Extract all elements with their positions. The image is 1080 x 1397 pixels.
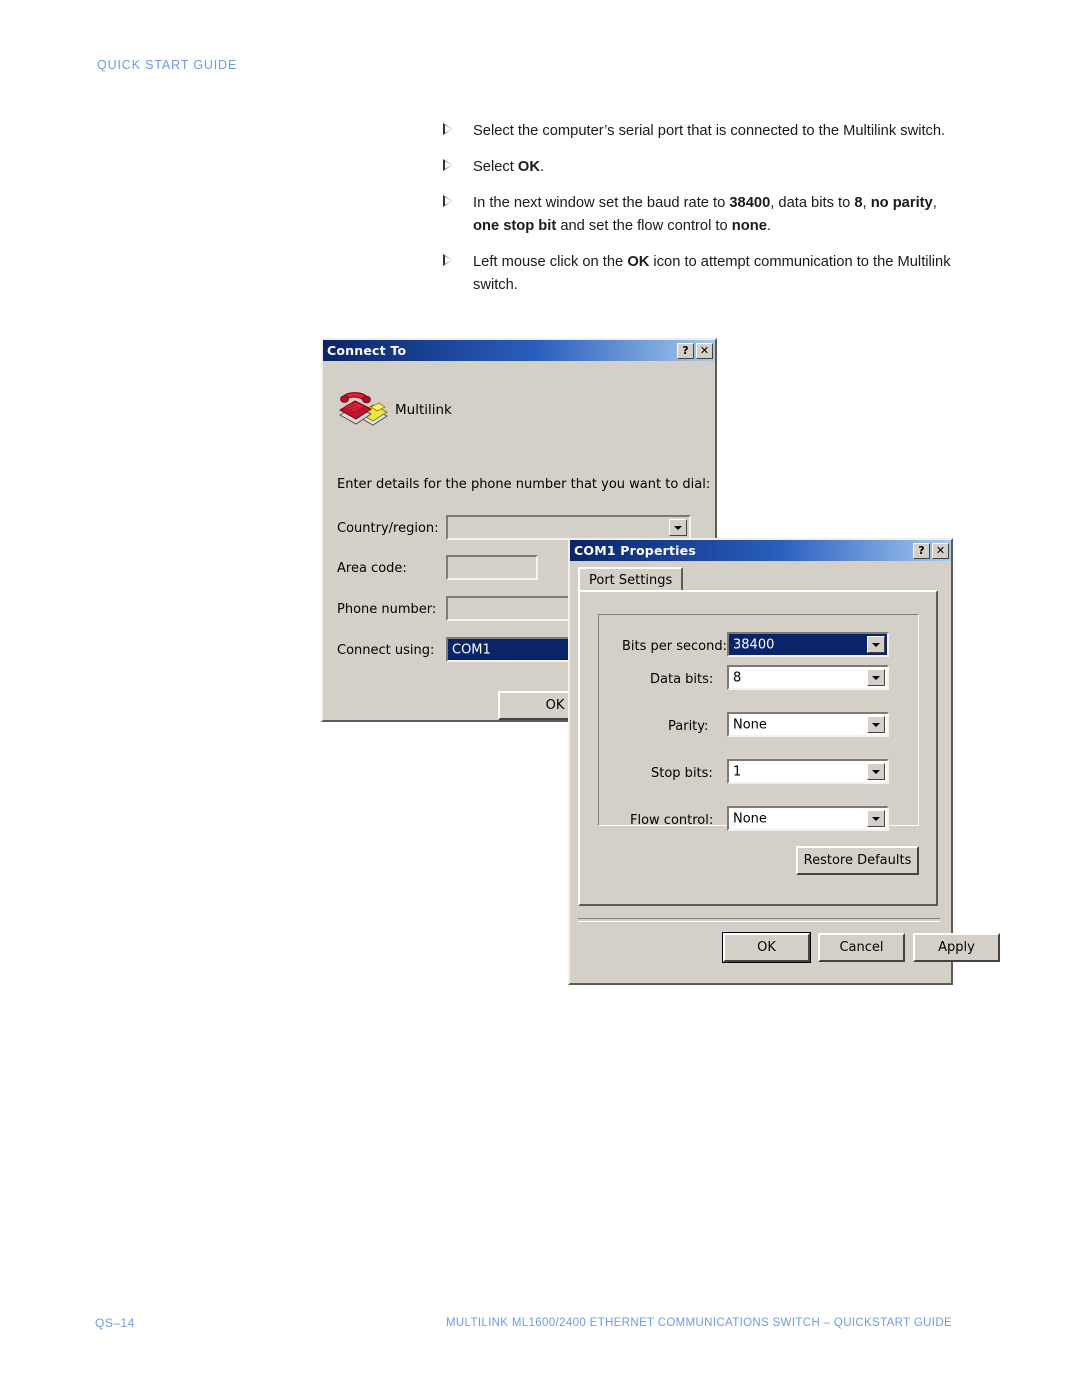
help-button[interactable]: ? xyxy=(913,542,930,559)
chevron-down-icon[interactable] xyxy=(867,669,885,686)
close-icon[interactable]: ✕ xyxy=(696,342,713,359)
area-code-label: Area code: xyxy=(337,561,407,576)
triangle-bullet-icon xyxy=(443,123,452,135)
triangle-bullet-icon xyxy=(443,159,452,171)
list-item: Select the computer’s serial port that i… xyxy=(443,120,958,143)
country-region-label: Country/region: xyxy=(337,521,439,536)
data-bits-label: Data bits: xyxy=(650,672,714,687)
phone-number-label: Phone number: xyxy=(337,602,437,617)
com1-title: COM1 Properties xyxy=(574,543,696,558)
cancel-button[interactable]: Cancel xyxy=(818,933,905,962)
chevron-down-icon[interactable] xyxy=(867,763,885,780)
stop-bits-combobox[interactable]: 1 xyxy=(727,759,889,784)
help-button[interactable]: ? xyxy=(677,342,694,359)
parity-value: None xyxy=(733,717,767,732)
chevron-down-icon[interactable] xyxy=(867,810,885,827)
bits-per-second-combobox[interactable]: 38400 xyxy=(727,632,889,657)
country-region-combobox[interactable] xyxy=(446,515,691,540)
telephone-icon xyxy=(339,392,389,426)
chevron-down-icon[interactable] xyxy=(867,636,885,653)
instruction-text: Left mouse click on the OK icon to attem… xyxy=(473,254,951,293)
parity-combobox[interactable]: None xyxy=(727,712,889,737)
list-item: Left mouse click on the OK icon to attem… xyxy=(443,251,958,297)
ok-button[interactable]: OK xyxy=(722,932,811,963)
page-number: QS–14 xyxy=(95,1316,135,1330)
connect-using-value: COM1 xyxy=(452,642,491,657)
instruction-text: In the next window set the baud rate to … xyxy=(473,195,937,234)
tab-port-settings[interactable]: Port Settings xyxy=(578,567,684,592)
dial-prompt-label: Enter details for the phone number that … xyxy=(337,477,711,492)
com1-properties-dialog[interactable]: COM1 Properties ? ✕ Port Settings Bits p… xyxy=(568,538,1000,985)
flow-control-value: None xyxy=(733,811,767,826)
flow-control-label: Flow control: xyxy=(630,813,714,828)
data-bits-combobox[interactable]: 8 xyxy=(727,665,889,690)
close-icon[interactable]: ✕ xyxy=(932,542,949,559)
connect-using-label: Connect using: xyxy=(337,643,435,658)
chevron-down-icon[interactable] xyxy=(669,519,687,536)
apply-button[interactable]: Apply xyxy=(913,933,1000,962)
footer-document-title: MULTILINK ML1600/2400 ETHERNET COMMUNICA… xyxy=(445,1317,952,1329)
area-code-input[interactable] xyxy=(446,555,538,580)
parity-label: Parity: xyxy=(668,719,709,734)
connection-name-label: Multilink xyxy=(395,402,452,418)
flow-control-combobox[interactable]: None xyxy=(727,806,889,831)
footer-divider xyxy=(578,918,940,922)
instruction-text: Select the computer’s serial port that i… xyxy=(473,123,946,139)
bits-per-second-value: 38400 xyxy=(733,637,775,652)
chevron-down-icon[interactable] xyxy=(867,716,885,733)
list-item: Select OK. xyxy=(443,156,958,179)
list-item: In the next window set the baud rate to … xyxy=(443,192,958,238)
data-bits-value: 8 xyxy=(733,670,742,685)
instruction-list: Select the computer’s serial port that i… xyxy=(443,120,958,310)
com1-body: Port Settings Bits per second: 38400 Dat… xyxy=(570,561,1000,983)
triangle-bullet-icon xyxy=(443,254,452,266)
bits-per-second-label: Bits per second: xyxy=(622,639,728,654)
connect-to-title: Connect To xyxy=(327,343,407,358)
stop-bits-label: Stop bits: xyxy=(651,766,713,781)
restore-defaults-button[interactable]: Restore Defaults xyxy=(796,846,919,875)
triangle-bullet-icon xyxy=(443,195,452,207)
page-header-label: QUICK START GUIDE xyxy=(97,58,238,72)
stop-bits-value: 1 xyxy=(733,764,742,779)
instruction-text: Select OK. xyxy=(473,159,545,175)
connect-to-titlebar[interactable]: Connect To ? ✕ xyxy=(323,340,715,361)
com1-titlebar[interactable]: COM1 Properties ? ✕ xyxy=(570,540,951,561)
